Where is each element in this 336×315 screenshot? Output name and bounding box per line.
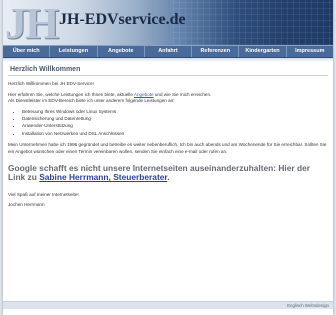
site-name[interactable]: JH-EDVservice.de (59, 11, 186, 29)
page: JH JH-EDVservice.de Über mich Leistungen… (3, 0, 333, 315)
nav-item-referenzen[interactable]: Referenzen (192, 46, 240, 57)
header-grid-decoration (173, 0, 333, 45)
intro-text: Hier erfahren Sie, welche Leistungen ich… (8, 92, 328, 105)
intro-text-start: Hier erfahren Sie, welche Leistungen ich… (8, 91, 134, 97)
list-item: Datensicherung und Datenrettung (22, 116, 328, 122)
nav-item-ueber-mich[interactable]: Über mich (3, 46, 51, 57)
footer-link[interactable]: Englisch Websdesign (287, 303, 329, 308)
nav-item-anfahrt[interactable]: Anfahrt (145, 46, 193, 57)
intro-text-2: Als Dienstleister im EDV-Bereich biete i… (8, 98, 175, 104)
greeting-text: Herzlich Willkommen bei JH EDV-Service! (8, 81, 94, 87)
nav-item-impressum[interactable]: Impressum (287, 46, 333, 57)
angebote-link[interactable]: Angebote (134, 92, 154, 97)
nav-item-angebote[interactable]: Angebote (98, 46, 145, 57)
intro-text-end: und wie Sie mich erreichen. (153, 91, 212, 97)
signature: Jochen Herrmann (8, 202, 45, 208)
closing-text: Viel Spaß auf meiner Internetseite! (8, 191, 79, 197)
google-notice-end: . (167, 172, 170, 183)
company-paragraph: Mein Unternehmen habe ich 1996 gegründet… (8, 142, 327, 154)
main-content: Herzlich Willkommen Herzlich Willkommen … (3, 62, 333, 209)
footer: Englisch Websdesign (3, 301, 333, 309)
header-banner: JH JH-EDVservice.de (3, 0, 333, 45)
list-item: Betreuung Ihres Windows oder Linux Syste… (22, 109, 328, 115)
services-list: Betreuung Ihres Windows oder Linux Syste… (8, 109, 328, 138)
main-nav: Über mich Leistungen Angebote Anfahrt Re… (3, 45, 333, 58)
google-notice: Google schafft es nicht unsere Internets… (8, 163, 328, 183)
list-item: Anwender-Unterstützung (22, 123, 328, 129)
nav-item-kindergarten[interactable]: Kindergarten (239, 46, 287, 57)
nav-item-leistungen[interactable]: Leistungen (50, 46, 98, 57)
page-title: Herzlich Willkommen (8, 66, 328, 77)
steuerberater-link[interactable]: Sabine Herrmann, Steuerberater (39, 172, 167, 182)
list-item: Installation von Netzwerken und DSL Ansc… (22, 131, 328, 137)
logo-letters: JH (5, 0, 59, 45)
